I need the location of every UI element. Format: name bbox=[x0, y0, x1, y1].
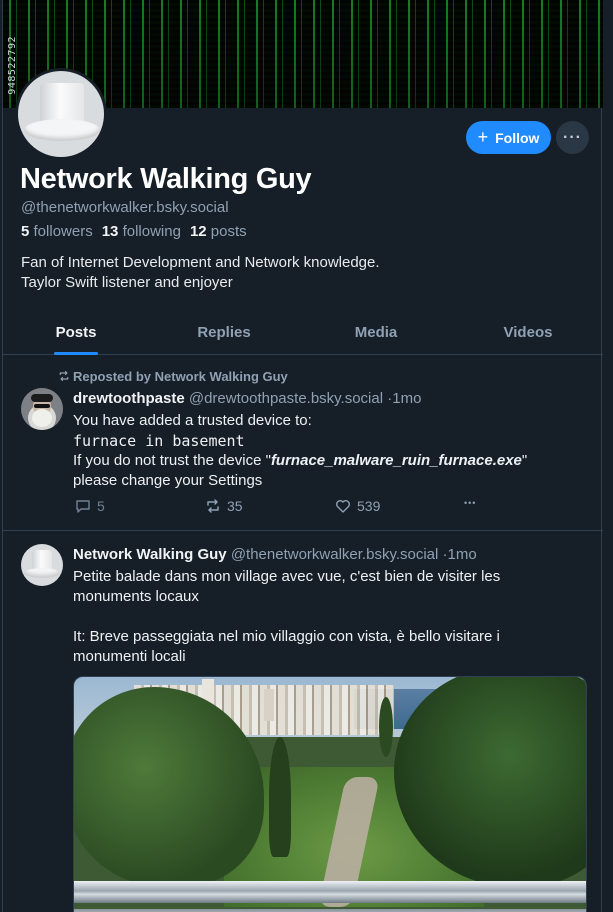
post-line: please change your Settings bbox=[73, 472, 263, 489]
post-time[interactable]: 1mo bbox=[392, 390, 421, 407]
post-text: You have added a trusted device to: furn… bbox=[73, 411, 527, 491]
photo-cypress bbox=[379, 697, 393, 757]
following-link[interactable]: 13 following bbox=[102, 223, 181, 240]
more-horizontal-icon: ··· bbox=[563, 128, 582, 146]
top-hat-image bbox=[18, 71, 104, 157]
profile-page: 948522792 + Follow ··· Network Walking G… bbox=[0, 0, 613, 912]
repost-count: 35 bbox=[227, 498, 243, 514]
like-button[interactable]: 539 bbox=[335, 498, 380, 514]
post-line: monuments locaux bbox=[73, 588, 199, 605]
posts-label: posts bbox=[210, 223, 247, 240]
author-handle[interactable]: @drewtoothpaste.bsky.social bbox=[189, 390, 383, 407]
bio-line: Taylor Swift listener and enjoyer bbox=[21, 274, 233, 291]
more-horizontal-icon: ••• bbox=[464, 498, 477, 508]
post-time[interactable]: 1mo bbox=[448, 546, 477, 563]
post-line: If you do not trust the device "furnace_… bbox=[73, 451, 527, 471]
follow-button[interactable]: + Follow bbox=[466, 121, 551, 154]
reply-icon bbox=[76, 500, 90, 513]
tab-videos[interactable]: Videos bbox=[453, 313, 603, 354]
repost-button[interactable]: 35 bbox=[205, 498, 243, 514]
tab-media[interactable]: Media bbox=[299, 313, 453, 354]
reply-count: 5 bbox=[97, 498, 105, 514]
following-count: 13 bbox=[101, 223, 119, 240]
post-line: Petite balade dans mon village avec vue,… bbox=[73, 568, 501, 585]
author-name[interactable]: drewtoothpaste bbox=[73, 390, 185, 407]
repost-text: Reposted by Network Walking Guy bbox=[73, 369, 288, 384]
post-image[interactable] bbox=[73, 676, 587, 912]
photo-cypress bbox=[269, 737, 291, 857]
author-avatar[interactable] bbox=[21, 388, 63, 430]
tab-label: Media bbox=[354, 324, 398, 341]
follow-button-label: Follow bbox=[495, 129, 540, 146]
following-label: following bbox=[122, 223, 181, 240]
malware-filename: furnace_malware_ruin_furnace.exe bbox=[270, 452, 522, 469]
photo-tower bbox=[264, 689, 274, 721]
post-text: Petite balade dans mon village avec vue,… bbox=[73, 567, 500, 667]
tab-label: Replies bbox=[197, 324, 251, 341]
heart-icon bbox=[336, 500, 350, 513]
followers-count: 5 bbox=[21, 223, 30, 240]
profile-display-name: Network Walking Guy bbox=[20, 163, 312, 195]
profile-avatar[interactable] bbox=[15, 68, 107, 160]
plus-icon: + bbox=[477, 126, 489, 147]
repost-indicator[interactable]: Reposted by Network Walking Guy bbox=[58, 369, 288, 384]
bearded-man-avatar-image bbox=[21, 388, 63, 430]
tab-posts[interactable]: Posts bbox=[3, 313, 149, 355]
post-line: It: Breve passeggiata nel mio villaggio … bbox=[73, 628, 500, 645]
repost-icon bbox=[59, 370, 69, 382]
photo-railing bbox=[74, 881, 586, 903]
posts-count: 12 bbox=[189, 223, 207, 240]
top-hat-image bbox=[21, 544, 63, 586]
post-header: drewtoothpaste @drewtoothpaste.bsky.soci… bbox=[73, 390, 421, 407]
feed-post[interactable]: Network Walking Guy @thenetworkwalker.bs… bbox=[3, 532, 603, 912]
posts-stat: 12 posts bbox=[190, 223, 247, 240]
feed-post[interactable]: Reposted by Network Walking Guy drewtoot… bbox=[3, 356, 603, 531]
author-name[interactable]: Network Walking Guy bbox=[73, 546, 227, 563]
tab-label: Posts bbox=[55, 324, 97, 341]
post-line-text: If you do not trust the device " bbox=[73, 452, 271, 469]
post-code-line: furnace in basement bbox=[73, 432, 245, 450]
author-handle[interactable]: @thenetworkwalker.bsky.social bbox=[231, 546, 439, 563]
profile-tabs: Posts Replies Media Videos bbox=[3, 313, 603, 355]
like-count: 539 bbox=[357, 498, 381, 514]
bio-line: Fan of Internet Development and Network … bbox=[21, 254, 380, 271]
author-avatar[interactable] bbox=[21, 544, 63, 586]
post-more-button[interactable]: ••• bbox=[464, 498, 476, 508]
more-options-button[interactable]: ··· bbox=[556, 121, 589, 154]
reply-button[interactable]: 5 bbox=[75, 498, 105, 514]
tab-replies[interactable]: Replies bbox=[149, 313, 299, 354]
profile-handle: @thenetworkwalker.bsky.social bbox=[21, 199, 229, 216]
repost-icon bbox=[207, 499, 219, 513]
banner-stamp: 948522792 bbox=[7, 36, 18, 95]
tab-label: Videos bbox=[503, 324, 553, 341]
followers-link[interactable]: 5 followers bbox=[21, 223, 93, 240]
post-line: You have added a trusted device to: bbox=[73, 412, 312, 429]
profile-bio: Fan of Internet Development and Network … bbox=[21, 253, 380, 293]
followers-label: followers bbox=[33, 223, 93, 240]
post-actions: 5 35 539 ••• bbox=[73, 498, 493, 518]
profile-column: 948522792 + Follow ··· Network Walking G… bbox=[2, 0, 603, 912]
post-header: Network Walking Guy @thenetworkwalker.bs… bbox=[73, 546, 477, 563]
profile-stats: 5 followers 13 following 12 posts bbox=[21, 223, 247, 240]
post-line-text: " bbox=[521, 452, 528, 469]
active-tab-indicator bbox=[54, 352, 98, 355]
post-line: monumenti locali bbox=[73, 648, 186, 665]
